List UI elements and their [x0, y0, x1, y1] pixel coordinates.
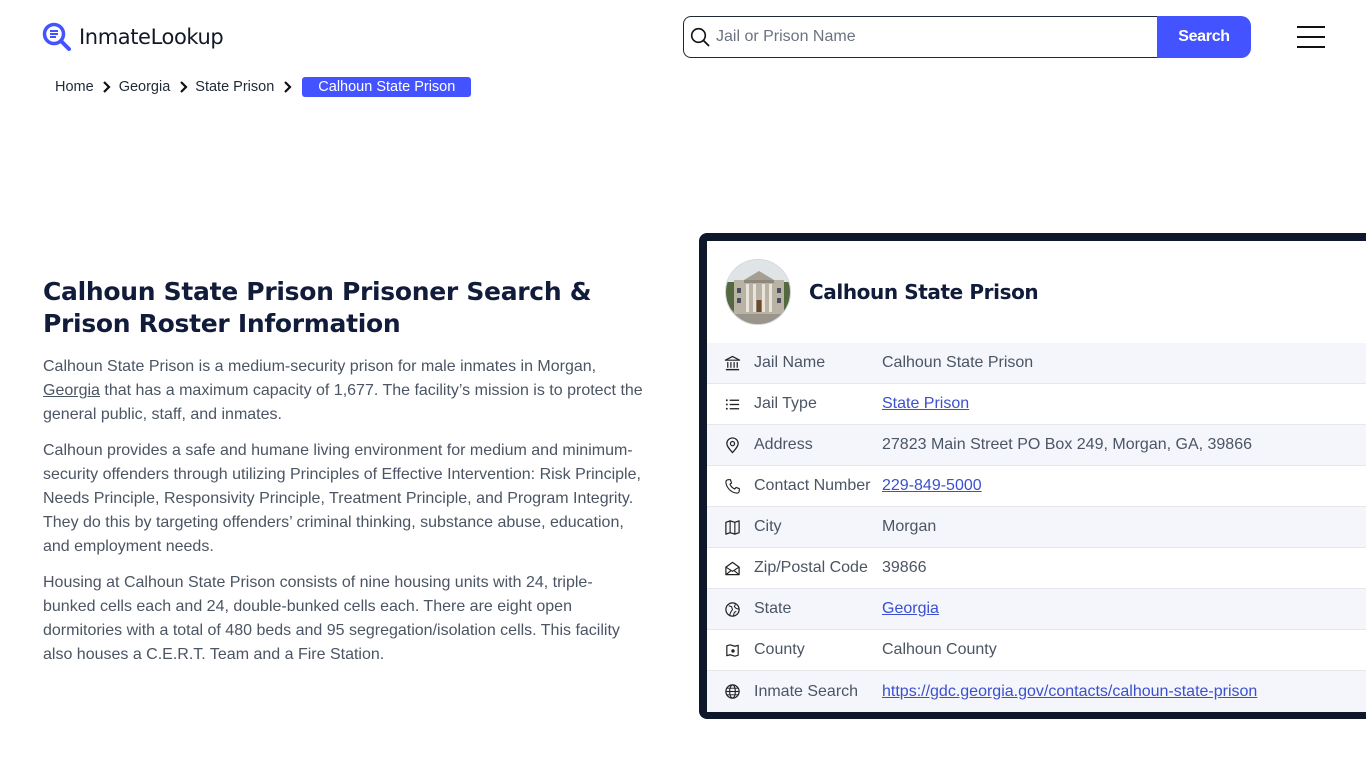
detail-label: Contact Number [754, 477, 871, 494]
phone-icon [707, 478, 754, 495]
georgia-link[interactable]: Georgia [43, 382, 100, 399]
hamburger-menu-button[interactable] [1297, 26, 1325, 48]
logo-link[interactable]: InmateLookup [42, 22, 224, 52]
detail-row-address: Address 27823 Main Street PO Box 249, Mo… [707, 425, 1366, 466]
detail-row-jail-type: Jail Type State Prison [707, 384, 1366, 425]
globe-icon [707, 683, 754, 700]
detail-row-county: County Calhoun County [707, 630, 1366, 671]
detail-value: Calhoun State Prison [882, 354, 1034, 371]
county-map-icon [707, 642, 754, 659]
detail-row-zip: Zip/Postal Code 39866 [707, 548, 1366, 589]
intro-text-end: that has a maximum capacity of 1,677. Th… [43, 382, 643, 423]
chevron-right-icon [176, 81, 190, 93]
search-input[interactable] [716, 28, 1136, 46]
chevron-right-icon [100, 81, 114, 93]
intro-text-start: Calhoun State Prison is a medium-securit… [43, 358, 597, 375]
detail-row-inmate-search: Inmate Search https://gdc.georgia.gov/co… [707, 671, 1366, 712]
detail-row-contact-number: Contact Number 229-849-5000 [707, 466, 1366, 507]
list-icon [707, 396, 754, 413]
search-box [683, 16, 1157, 58]
detail-label: Zip/Postal Code [754, 559, 868, 576]
facility-details-table: Jail Name Calhoun State Prison Jail Type… [707, 343, 1366, 712]
menu-line [1297, 46, 1325, 48]
detail-label: Inmate Search [754, 682, 859, 700]
services-paragraph: Calhoun provides a safe and humane livin… [43, 442, 641, 555]
detail-row-jail-name: Jail Name Calhoun State Prison [707, 343, 1366, 384]
facility-info-card: Calhoun State Prison Jail Name Calhoun S… [699, 233, 1366, 719]
map-pin-icon [707, 436, 754, 454]
breadcrumb-georgia[interactable]: Georgia [119, 79, 171, 95]
detail-label: State [754, 600, 792, 617]
map-icon [707, 519, 754, 536]
breadcrumb: Home Georgia State Prison Calhoun State … [55, 76, 472, 98]
menu-line [1297, 26, 1325, 28]
housing-paragraph: Housing at Calhoun State Prison consists… [43, 574, 620, 663]
facility-photo [725, 259, 791, 325]
page-title: Calhoun State Prison Prisoner Search & P… [43, 277, 592, 338]
jail-type-link[interactable]: State Prison [882, 395, 969, 413]
detail-value: 39866 [882, 559, 927, 576]
logo-text: InmateLookup [79, 25, 224, 49]
breadcrumb-state-prison[interactable]: State Prison [195, 79, 274, 95]
mail-open-icon [707, 560, 754, 577]
detail-label: Jail Type [754, 395, 817, 412]
detail-label: City [754, 518, 782, 535]
detail-row-state: State Georgia [707, 589, 1366, 630]
search-icon [690, 27, 710, 47]
breadcrumb-home[interactable]: Home [55, 79, 94, 95]
compass-globe-icon [707, 601, 754, 618]
logo-magnifier-icon [42, 22, 71, 51]
state-link[interactable]: Georgia [882, 600, 939, 618]
detail-label: County [754, 641, 805, 658]
building-image-icon [726, 260, 790, 324]
detail-value: Calhoun County [882, 641, 997, 658]
card-header: Calhoun State Prison [707, 241, 1366, 343]
card-title: Calhoun State Prison [809, 280, 1039, 304]
chevron-right-icon [280, 81, 294, 93]
breadcrumb-current: Calhoun State Prison [302, 77, 472, 97]
bank-icon [707, 355, 754, 372]
phone-link[interactable]: 229-849-5000 [882, 477, 982, 495]
inmate-search-link[interactable]: https://gdc.georgia.gov/contacts/calhoun… [882, 683, 1257, 701]
detail-value: Morgan [882, 518, 937, 535]
intro-paragraph: Calhoun State Prison is a medium-securit… [43, 355, 643, 427]
search-button[interactable]: Search [1157, 16, 1251, 58]
detail-label: Address [754, 436, 813, 453]
search-bar: Search [683, 16, 1251, 58]
detail-row-city: City Morgan [707, 507, 1366, 548]
card-body: Calhoun State Prison Jail Name Calhoun S… [707, 241, 1366, 712]
detail-label: Jail Name [754, 354, 826, 371]
menu-line [1297, 36, 1325, 38]
detail-value: 27823 Main Street PO Box 249, Morgan, GA… [882, 436, 1252, 453]
